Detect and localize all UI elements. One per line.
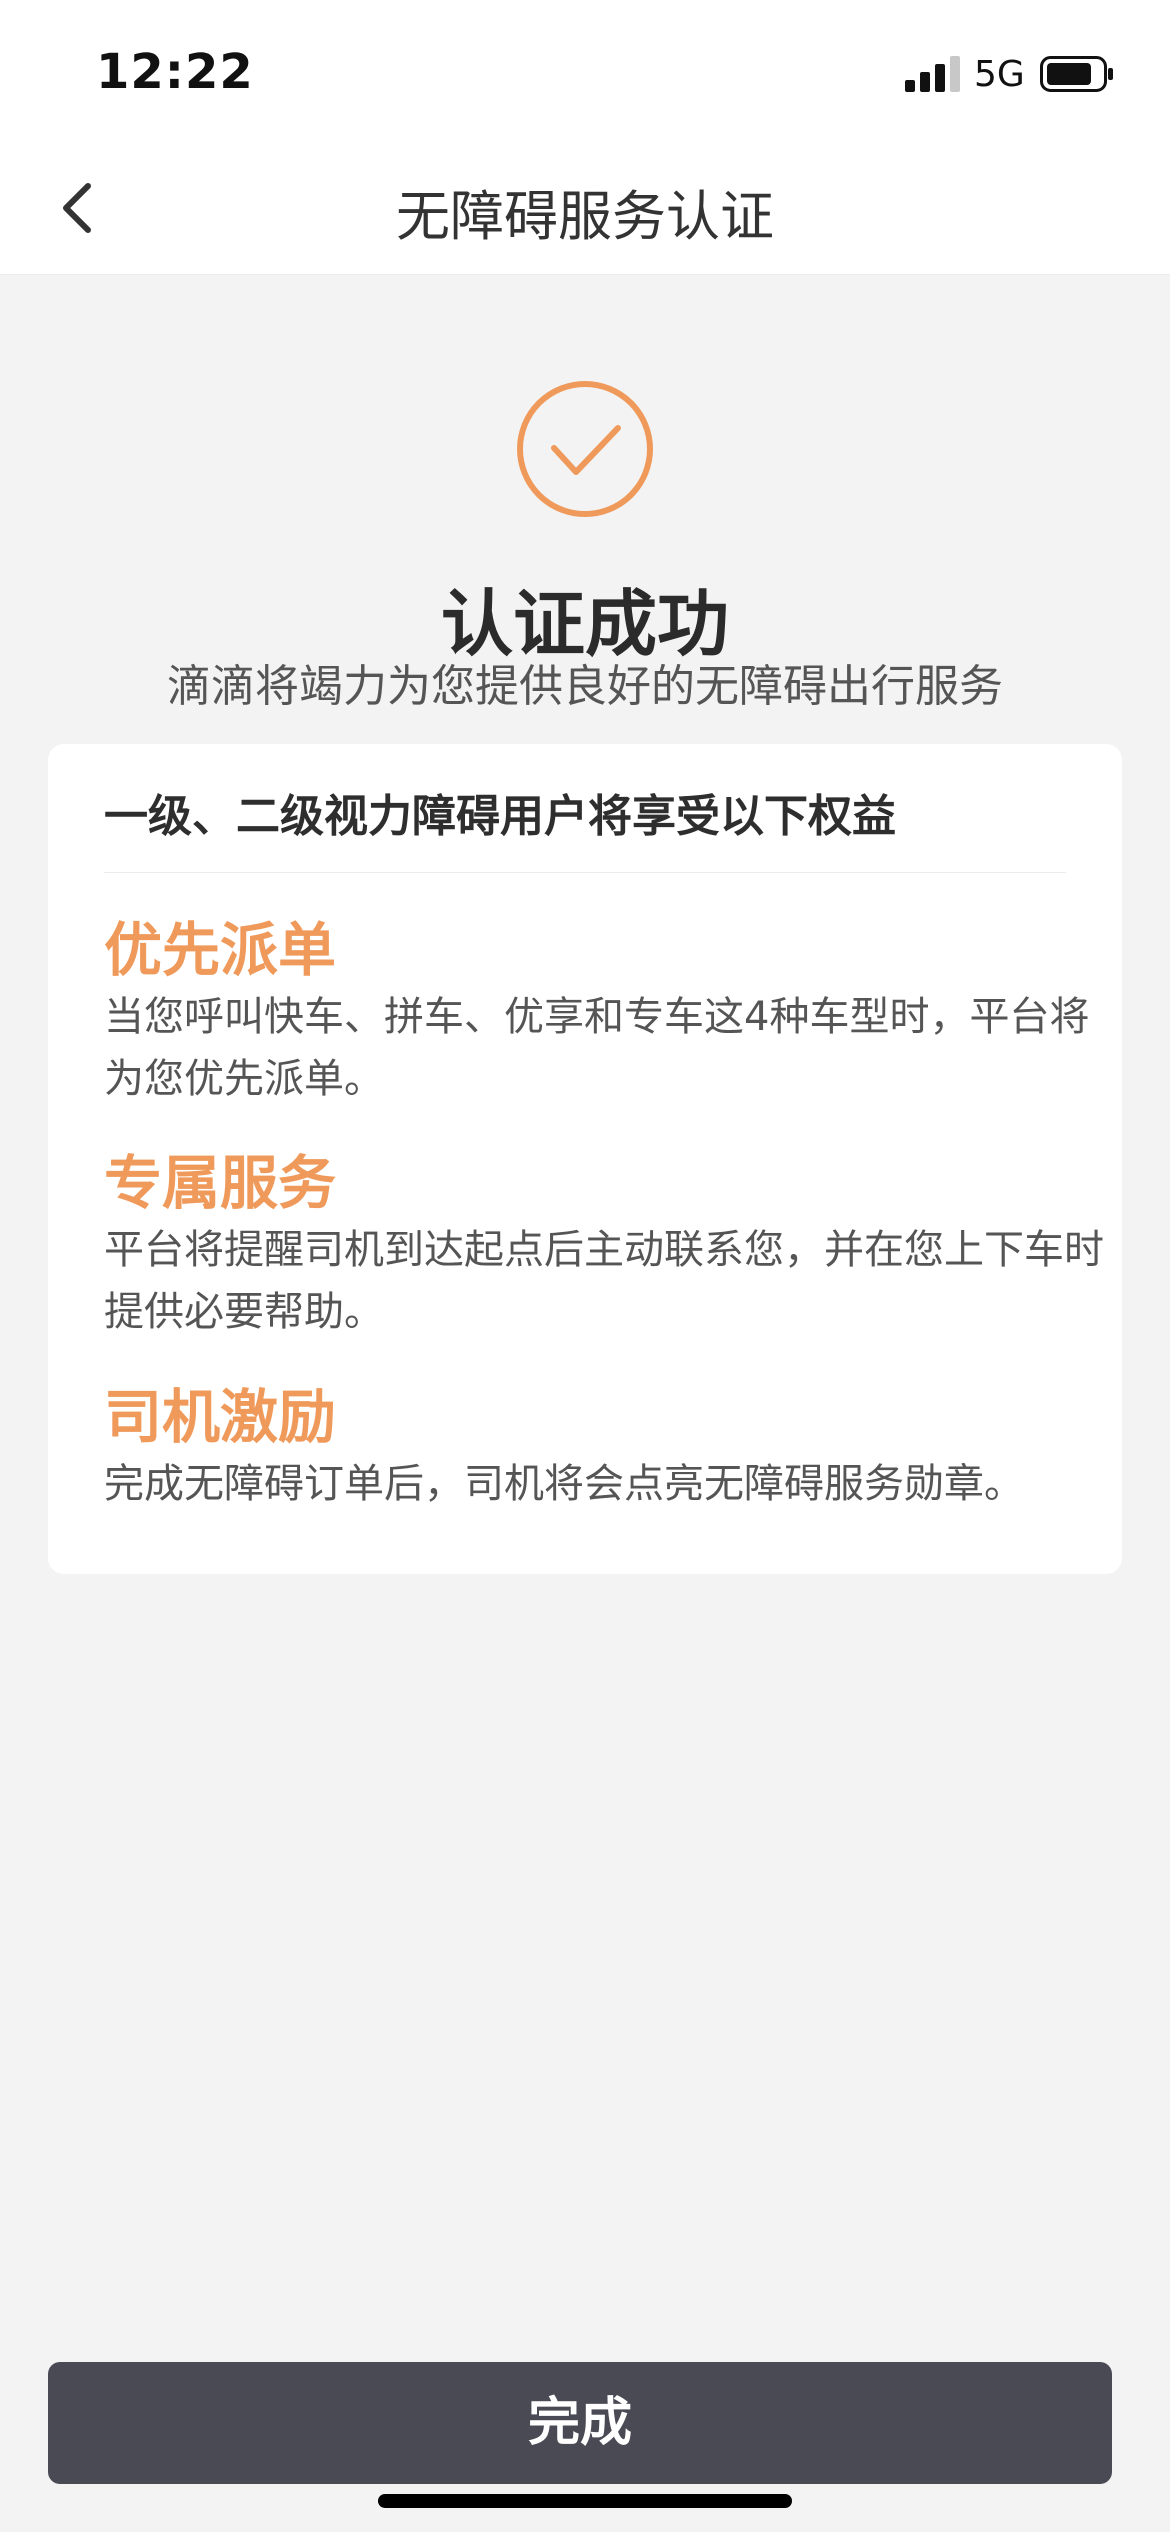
done-button[interactable]: 完成 (48, 2362, 1112, 2484)
card-heading: 一级、二级视力障碍用户将享受以下权益 (104, 791, 896, 842)
network-label: 5G (974, 54, 1025, 95)
check-circle-icon (517, 381, 653, 517)
page-title: 无障碍服务认证 (396, 185, 774, 248)
status-time: 12:22 (96, 44, 254, 100)
success-subtitle: 滴滴将竭力为您提供良好的无障碍出行服务 (167, 661, 1003, 712)
benefit-exclusive-service: 专属服务 平台将提醒司机到达起点后主动联系您，并在您上下车时提供必要帮助。 (104, 1147, 1104, 1343)
benefit-priority-dispatch: 优先派单 当您呼叫快车、拼车、优享和专车这4种车型时，平台将为您优先派单。 (104, 914, 1104, 1110)
benefit-driver-incentive: 司机激励 完成无障碍订单后，司机将会点亮无障碍服务勋章。 (104, 1381, 1104, 1515)
battery-icon (1040, 56, 1113, 92)
signal-icon (905, 56, 960, 92)
benefit-desc: 完成无障碍订单后，司机将会点亮无障碍服务勋章。 (104, 1461, 1024, 1507)
benefit-desc: 平台将提醒司机到达起点后主动联系您，并在您上下车时提供必要帮助。 (104, 1227, 1104, 1335)
benefit-card: 一级、二级视力障碍用户将享受以下权益 优先派单 当您呼叫快车、拼车、优享和专车这… (48, 744, 1122, 1574)
benefit-title: 专属服务 (104, 1149, 337, 1217)
card-divider (104, 872, 1066, 873)
nav-bar: 无障碍服务认证 (0, 140, 1170, 275)
benefit-desc: 当您呼叫快车、拼车、优享和专车这4种车型时，平台将为您优先派单。 (104, 994, 1090, 1102)
home-indicator (378, 2494, 792, 2508)
benefit-title: 司机激励 (104, 1383, 337, 1451)
status-bar: 12:22 5G (0, 0, 1170, 140)
benefit-title: 优先派单 (104, 916, 337, 984)
